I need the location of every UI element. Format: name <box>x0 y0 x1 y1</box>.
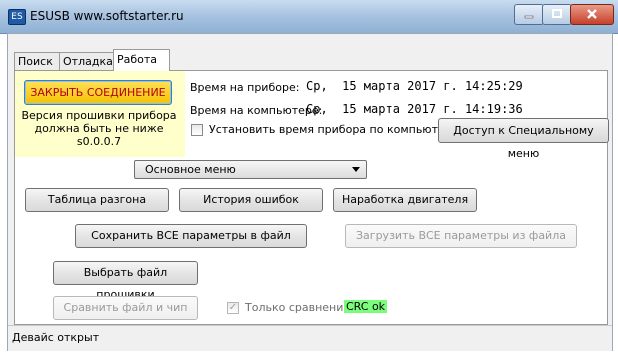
accel-table-button[interactable]: Таблица разгона <box>25 188 169 212</box>
minimize-icon <box>524 15 534 19</box>
firmware-notice-line-1: Версия прошивки прибора <box>21 109 177 122</box>
firmware-notice-line-2: должна быть не ниже <box>34 122 164 135</box>
tab-debug[interactable]: Отладка <box>59 52 117 70</box>
maximize-icon <box>552 9 562 18</box>
error-history-button[interactable]: История ошибок <box>179 188 323 212</box>
load-all-params-button[interactable]: Загрузить ВСЕ параметры из файла <box>345 224 577 248</box>
save-all-params-button[interactable]: Сохранить ВСЕ параметры в файл <box>75 224 307 248</box>
computer-time-label: Время на компьютере: <box>190 104 323 117</box>
window-title: ESUSB www.softstarter.ru <box>30 9 184 23</box>
chevron-down-icon <box>352 167 360 172</box>
set-time-checkbox[interactable] <box>191 124 203 136</box>
tab-search[interactable]: Поиск <box>14 52 62 70</box>
close-icon <box>587 9 597 19</box>
client-area: Поиск Отладка Работа ЗАКРЫТЬ СОЕДИНЕНИЕ … <box>7 33 613 351</box>
title-bar[interactable]: ES ESUSB www.softstarter.ru <box>0 0 618 34</box>
device-time-label: Время на приборе: <box>190 81 300 94</box>
crc-status-badge: CRC ok <box>344 300 388 313</box>
minimize-button[interactable] <box>514 4 544 25</box>
close-window-button[interactable] <box>570 4 614 25</box>
menu-select-value: Основное меню <box>145 163 236 176</box>
select-firmware-button[interactable]: Выбрать файл прошивки <box>53 261 198 301</box>
menu-select[interactable]: Основное меню <box>134 160 367 179</box>
tab-work[interactable]: Работа <box>113 49 170 71</box>
set-time-checkbox-label: Установить время прибора по компьютеру <box>209 123 459 136</box>
compare-only-label: Только сравнение <box>245 301 351 314</box>
compare-only-checkbox[interactable]: ✓ <box>227 302 239 314</box>
status-bar: Девайс открыт <box>8 325 612 351</box>
app-window: ES ESUSB www.softstarter.ru Поиск Отладк… <box>0 0 618 356</box>
special-menu-button[interactable]: Доступ к Специальному меню <box>438 118 609 160</box>
compare-file-chip-button[interactable]: Сравнить файл и чип <box>53 296 198 320</box>
firmware-notice-line-3: s0.0.0.7 <box>76 135 122 148</box>
motor-hours-button[interactable]: Наработка двигателя <box>333 188 477 212</box>
tab-page-work: ЗАКРЫТЬ СОЕДИНЕНИЕ Версия прошивки прибо… <box>14 70 609 325</box>
close-connection-button[interactable]: ЗАКРЫТЬ СОЕДИНЕНИЕ <box>24 80 172 105</box>
firmware-notice: Версия прошивки прибора должна быть не н… <box>15 109 183 148</box>
app-icon: ES <box>8 9 26 25</box>
maximize-button[interactable] <box>542 4 572 25</box>
status-text: Девайс открыт <box>12 331 100 344</box>
computer-time-value: Ср, 15 марта 2017 г. 14:19:36 <box>306 102 523 116</box>
device-time-value: Ср, 15 марта 2017 г. 14:25:29 <box>306 79 523 93</box>
